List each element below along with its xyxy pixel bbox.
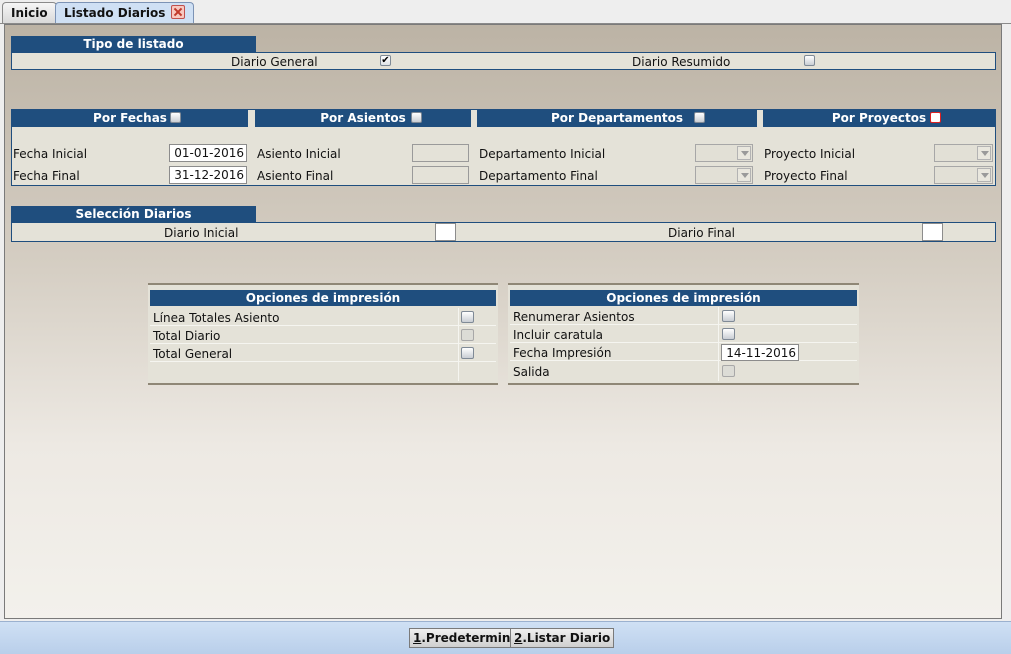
fecha-final-label: Fecha Final [13,169,80,183]
close-icon[interactable] [171,5,186,19]
por-proyectos-header: Por Proyectos [763,110,995,127]
button-bar: 1.Predeterminar 2.Listar Diario [0,621,1011,654]
incluir-caratula-label: Incluir caratula [513,328,603,342]
por-fechas-title: Por Fechas [93,111,167,125]
asiento-inicial-label: Asiento Inicial [257,147,341,161]
table-row: Línea Totales Asiento [150,308,496,326]
por-departamentos-checkbox[interactable] [694,112,705,123]
diario-inicial-input[interactable] [435,223,456,241]
opciones-impresion-right: Opciones de impresión Renumerar Asientos… [508,283,859,385]
por-departamentos-header: Por Departamentos [477,110,757,127]
fecha-final-input[interactable]: 31-12-2016 [169,166,247,184]
tab-listado-diarios-label: Listado Diarios [64,6,166,20]
renumerar-asientos-checkbox[interactable] [722,310,735,322]
table-row [150,362,496,380]
tipo-listado-row: Diario General ✔ Diario Resumido [11,52,996,70]
opciones-impresion-left: Opciones de impresión Línea Totales Asie… [148,283,498,385]
chevron-down-icon[interactable] [977,168,991,182]
seleccion-diarios-header: Selección Diarios [11,206,256,222]
total-general-checkbox[interactable] [461,347,474,359]
tipo-listado-header: Tipo de listado [11,36,256,52]
listar-diario-button[interactable]: 2.Listar Diario [510,628,615,648]
diario-final-input[interactable] [922,223,943,241]
total-diario-checkbox[interactable] [461,329,474,341]
chevron-down-icon[interactable] [737,146,751,160]
por-asientos-header: Por Asientos [255,110,471,127]
fecha-inicial-input[interactable]: 01-01-2016 [169,144,247,162]
diario-resumido-label: Diario Resumido [632,55,731,69]
diario-resumido-checkbox[interactable] [804,55,815,66]
opciones-right-header: Opciones de impresión [510,290,857,306]
seleccion-diarios-row: Diario Inicial Diario Final [11,222,996,242]
diario-general-label: Diario General [231,55,318,69]
column-divider [718,307,719,381]
column-divider [458,308,459,381]
table-row: Total Diario [150,326,496,344]
table-row: Total General [150,344,496,362]
renumerar-asientos-label: Renumerar Asientos [513,310,635,324]
diario-general-checkbox[interactable]: ✔ [380,55,391,66]
proyecto-inicial-combo[interactable] [934,144,993,162]
proyecto-final-combo[interactable] [934,166,993,184]
salida-label: Salida [513,365,550,379]
table-row: Renumerar Asientos [510,307,857,325]
diario-final-label: Diario Final [668,226,736,240]
departamento-final-label: Departamento Final [479,169,598,183]
main-panel: Tipo de listado Diario General ✔ Diario … [4,24,1002,619]
departamento-inicial-combo[interactable] [695,144,753,162]
incluir-caratula-checkbox[interactable] [722,328,735,340]
linea-totales-asiento-label: Línea Totales Asiento [153,311,280,325]
asiento-inicial-input[interactable] [412,144,469,162]
asiento-final-label: Asiento Final [257,169,334,183]
total-general-label: Total General [153,347,233,361]
proyecto-final-label: Proyecto Final [764,169,848,183]
total-diario-label: Total Diario [153,329,221,343]
por-fechas-checkbox[interactable] [170,112,181,123]
fecha-impresion-label: Fecha Impresión [513,346,612,360]
listar-label: .Listar Diario [522,631,611,645]
fecha-inicial-label: Fecha Inicial [13,147,88,161]
por-fechas-header: Por Fechas [12,110,248,127]
chevron-down-icon[interactable] [977,146,991,160]
table-row: Fecha Impresión 14-11-2016 [510,343,857,361]
linea-totales-asiento-checkbox[interactable] [461,311,474,323]
tab-bar: Inicio Listado Diarios [0,0,1011,24]
por-asientos-title: Por Asientos [320,111,406,125]
tab-inicio-label: Inicio [11,6,48,20]
departamento-final-combo[interactable] [695,166,753,184]
table-row: Incluir caratula [510,325,857,343]
por-asientos-checkbox[interactable] [411,112,422,123]
por-proyectos-title: Por Proyectos [831,111,927,125]
salida-checkbox[interactable] [722,365,735,377]
tab-inicio[interactable]: Inicio [2,2,57,23]
fecha-impresion-input[interactable]: 14-11-2016 [721,344,799,361]
table-row: Salida [510,362,857,380]
predeterminar-label: .Predeterminar [421,631,525,645]
chevron-down-icon[interactable] [737,168,751,182]
por-proyectos-checkbox[interactable] [930,112,941,123]
departamento-inicial-label: Departamento Inicial [479,147,606,161]
por-departamentos-title: Por Departamentos [551,111,683,125]
tab-listado-diarios[interactable]: Listado Diarios [55,2,195,24]
opciones-left-header: Opciones de impresión [150,290,496,306]
asiento-final-input[interactable] [412,166,469,184]
diario-inicial-label: Diario Inicial [164,226,239,240]
proyecto-inicial-label: Proyecto Inicial [764,147,856,161]
